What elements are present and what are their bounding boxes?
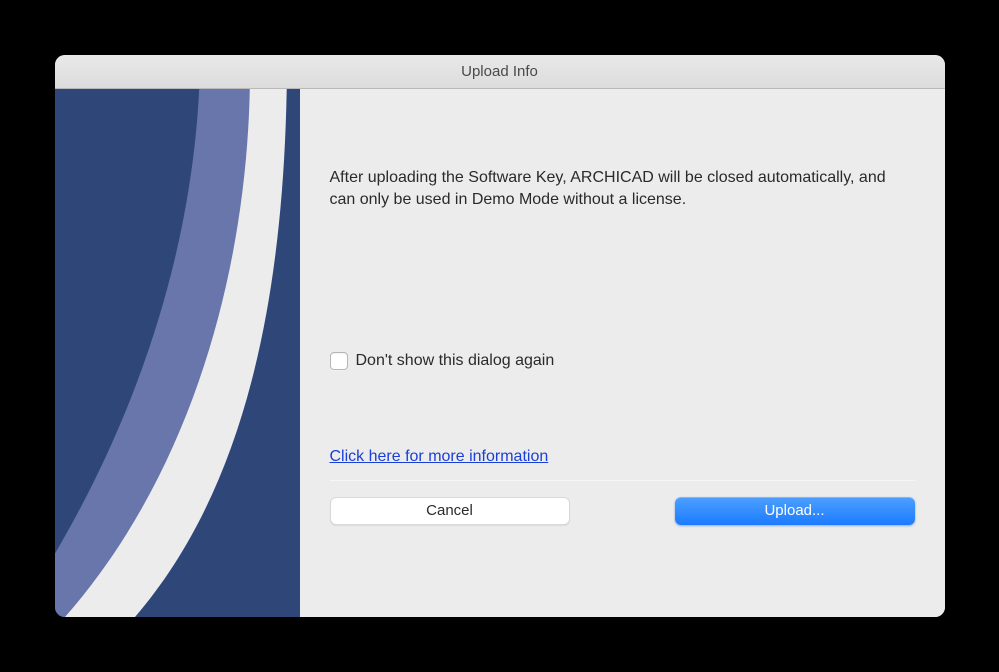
more-information-link[interactable]: Click here for more information bbox=[330, 448, 915, 466]
dont-show-again-label: Don't show this dialog again bbox=[356, 352, 555, 370]
dialog-body: After uploading the Software Key, ARCHIC… bbox=[55, 89, 945, 617]
dialog-content: After uploading the Software Key, ARCHIC… bbox=[300, 89, 945, 617]
sidebar-illustration bbox=[55, 89, 300, 617]
dont-show-again-checkbox[interactable] bbox=[330, 352, 348, 370]
upload-button[interactable]: Upload... bbox=[675, 497, 915, 525]
cancel-button[interactable]: Cancel bbox=[330, 497, 570, 525]
upload-info-dialog: Upload Info After uploading the Software… bbox=[55, 55, 945, 617]
dialog-title: Upload Info bbox=[461, 63, 538, 80]
dialog-message: After uploading the Software Key, ARCHIC… bbox=[330, 167, 915, 212]
dialog-button-row: Cancel Upload... bbox=[330, 481, 915, 543]
dialog-titlebar: Upload Info bbox=[55, 55, 945, 89]
dont-show-again-row: Don't show this dialog again bbox=[330, 352, 915, 370]
